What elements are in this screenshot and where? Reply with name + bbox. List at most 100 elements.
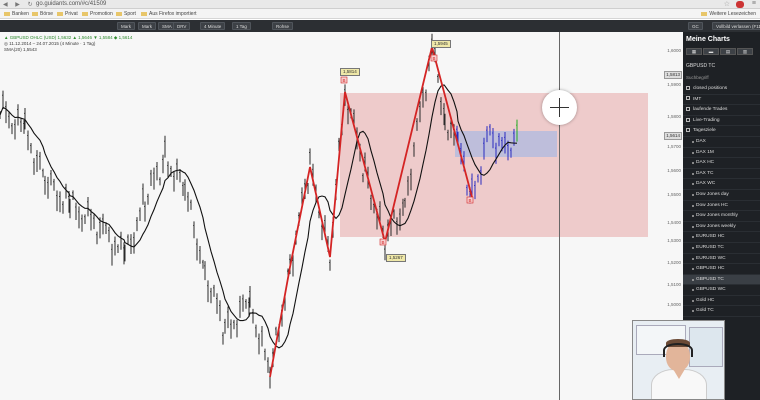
browser-url-bar: ◀ ▶ ↻ go.guidants.com/#c/41509 ☆ ≡ bbox=[0, 0, 760, 9]
sidebar-chart-item[interactable]: GBPUSD TC bbox=[683, 274, 760, 286]
price-label-low: 1,5267 bbox=[386, 254, 406, 262]
sidebar-folder-item[interactable]: closed positions bbox=[683, 84, 760, 95]
swing-marker-label: B bbox=[343, 78, 346, 83]
toolbar-button-gc[interactable]: GC bbox=[688, 22, 703, 30]
checkbox-icon[interactable] bbox=[686, 128, 690, 133]
timeframe-select[interactable]: 4 Minute bbox=[200, 22, 226, 30]
sidebar-folder-item[interactable]: Tagesziele bbox=[683, 126, 760, 137]
mode-select[interactable]: Rohse bbox=[272, 22, 294, 30]
bullet-icon bbox=[692, 268, 694, 271]
sidebar-chart-item[interactable]: EURUSD WC bbox=[683, 254, 760, 265]
bookmark-label: Privat bbox=[65, 11, 78, 17]
toolbar-button-drv[interactable]: DRV bbox=[173, 22, 191, 30]
sidebar-chart-item[interactable]: GBPUSD WC bbox=[683, 285, 760, 296]
bullet-icon bbox=[692, 204, 694, 207]
browser-menu-icon[interactable]: ≡ bbox=[752, 0, 756, 7]
sidebar-item-label: DAX TC bbox=[696, 170, 714, 176]
folder-icon bbox=[701, 11, 708, 16]
y-tick: 1,5200 bbox=[667, 260, 681, 265]
sidebar-button-group: ▦ ▬ ▤ ▥ bbox=[686, 48, 757, 56]
chart-area[interactable]: B B B B ▲ GBPUSD OHLC (USD) 1,5632 ▲ 1,5646… bbox=[0, 32, 683, 400]
bullet-icon bbox=[692, 140, 694, 143]
sidebar-folder-item[interactable]: laufende Trades bbox=[683, 105, 760, 116]
other-bookmarks[interactable]: Weitere Lesezeichen bbox=[701, 11, 756, 17]
sidebar-columns-icon[interactable]: ▥ bbox=[737, 48, 753, 55]
y-tick: 1,5800 bbox=[667, 114, 681, 119]
bullet-icon bbox=[692, 310, 694, 313]
price-label-high: 1,5945 bbox=[431, 40, 451, 48]
sidebar-item-label: DAX 1M bbox=[696, 149, 714, 155]
bookmark-label: Börse bbox=[40, 11, 54, 17]
sidebar-chart-item[interactable]: DAX bbox=[683, 137, 760, 148]
webcam-overlay bbox=[632, 320, 725, 400]
bullet-icon bbox=[692, 225, 694, 228]
toolbar-button-mark-2[interactable]: Mark bbox=[138, 22, 156, 30]
toolbar-button-mark-1[interactable]: Mark bbox=[117, 22, 135, 30]
chart-list: closed positions IMT laufende Trades Live-T… bbox=[683, 84, 760, 318]
sidebar-chart-item[interactable]: DAX HC bbox=[683, 158, 760, 169]
y-tick: 1,5000 bbox=[667, 302, 681, 307]
sidebar-chart-item[interactable]: DAX 1M bbox=[683, 148, 760, 159]
chart-toolbar: Mark Mark SMA DRV 4 Minute 1 Tag Rohse G… bbox=[0, 20, 760, 32]
checkbox-icon[interactable] bbox=[686, 85, 690, 90]
period-select[interactable]: 1 Tag bbox=[232, 22, 251, 30]
target-zone-red bbox=[340, 93, 648, 237]
sidebar-chart-item[interactable]: Gold HC bbox=[683, 296, 760, 307]
sidebar-item-label: EURUSD HC bbox=[696, 234, 725, 240]
browser-nav-icons[interactable]: ◀ ▶ ↻ bbox=[3, 1, 36, 8]
sidebar-chart-item[interactable]: Dow Jones day bbox=[683, 190, 760, 201]
checkbox-icon[interactable] bbox=[686, 117, 690, 122]
current-chart-name[interactable]: GBPUSD TC bbox=[686, 63, 715, 69]
sidebar-item-label: GBPUSD WC bbox=[696, 287, 726, 293]
sidebar-item-label: Gold HC bbox=[696, 297, 715, 303]
bookmark-boerse[interactable]: Börse bbox=[32, 11, 53, 17]
sidebar-search-input[interactable]: Suchbegriff bbox=[686, 75, 709, 80]
y-tick: 1,5700 bbox=[667, 144, 681, 149]
sidebar-item-label: closed positions bbox=[693, 86, 728, 91]
sidebar-item-label: Dow Jones monthly bbox=[696, 213, 738, 219]
bookmark-firefox-import[interactable]: Aus Firefox importiert bbox=[141, 11, 197, 17]
sidebar-chart-item[interactable]: EURUSD TC bbox=[683, 243, 760, 254]
exit-fullscreen-button[interactable]: Vollbild verlassen (F11) bbox=[712, 22, 760, 30]
folder-icon bbox=[116, 11, 122, 16]
checkbox-icon[interactable] bbox=[686, 106, 690, 111]
price-chart-canvas[interactable]: B B B B bbox=[0, 32, 683, 400]
sidebar-list-icon[interactable]: ▤ bbox=[720, 48, 736, 55]
folder-icon bbox=[82, 11, 88, 16]
sidebar-grid-icon[interactable]: ▦ bbox=[686, 48, 702, 55]
bookmark-star-icon[interactable]: ☆ bbox=[724, 0, 730, 8]
sidebar-chart-item[interactable]: Dow Jones monthly bbox=[683, 211, 760, 222]
bookmark-privat[interactable]: Privat bbox=[57, 11, 78, 17]
sidebar-chart-item[interactable]: Dow Jones HC bbox=[683, 201, 760, 212]
folder-icon bbox=[4, 11, 10, 16]
crosshair-price-box: 1,5813 bbox=[664, 71, 682, 79]
bookmark-banken[interactable]: Banken bbox=[4, 11, 29, 17]
crosshair-cursor-icon bbox=[542, 90, 577, 125]
sidebar-item-label: IMT bbox=[693, 96, 702, 102]
extension-icon[interactable] bbox=[736, 1, 744, 8]
sidebar-bar-icon[interactable]: ▬ bbox=[703, 48, 719, 55]
bookmark-sport[interactable]: Sport bbox=[116, 11, 136, 17]
sidebar-chart-item[interactable]: GBPUSD HC bbox=[683, 264, 760, 275]
address-input[interactable]: go.guidants.com/#c/41509 bbox=[36, 1, 106, 7]
chart-legend: ▲ GBPUSD OHLC (USD) 1,5632 ▲ 1,5646 ▼ 1,… bbox=[4, 35, 132, 53]
bookmark-label: Promotion bbox=[90, 11, 113, 17]
sidebar-item-label: GBPUSD HC bbox=[696, 266, 725, 272]
sidebar-chart-item[interactable]: Gold TC bbox=[683, 306, 760, 318]
bookmark-promotion[interactable]: Promotion bbox=[82, 11, 113, 17]
sidebar-chart-item[interactable]: EURUSD HC bbox=[683, 232, 760, 243]
sidebar-folder-item[interactable]: Live-Trading bbox=[683, 116, 760, 127]
current-price-box: 1,5614 bbox=[664, 132, 682, 140]
y-tick: 1,5600 bbox=[667, 168, 681, 173]
headset-icon bbox=[663, 343, 693, 357]
sidebar-chart-item[interactable]: DAX WC bbox=[683, 179, 760, 190]
sidebar-item-label: EURUSD TC bbox=[696, 244, 724, 250]
swing-marker-label: B bbox=[433, 56, 436, 61]
bullet-icon bbox=[692, 289, 694, 292]
sidebar-folder-item[interactable]: IMT bbox=[683, 95, 760, 106]
sidebar-chart-item[interactable]: DAX TC bbox=[683, 169, 760, 180]
swing-marker-label: B bbox=[382, 240, 385, 245]
sidebar-chart-item[interactable]: Dow Jones weekly bbox=[683, 222, 760, 233]
checkbox-icon[interactable] bbox=[686, 96, 690, 101]
crosshair-vertical-line bbox=[559, 32, 560, 400]
